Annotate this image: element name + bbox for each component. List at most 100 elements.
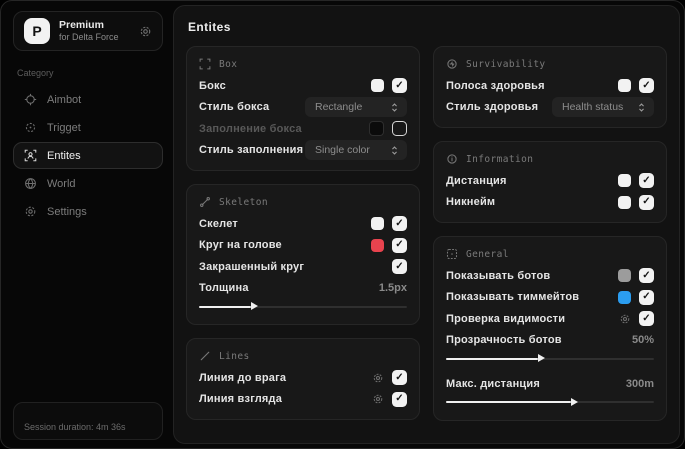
- panel-title: Information: [466, 153, 534, 165]
- checkbox-checked[interactable]: ✓: [639, 173, 654, 189]
- setting-label: Проверка видимости: [446, 312, 566, 325]
- setting-row-thickness: Толщина 1.5px: [199, 278, 407, 300]
- sidebar-item-world[interactable]: World: [13, 170, 163, 197]
- sidebar-item-label: World: [47, 177, 76, 190]
- logo-avatar: P: [24, 18, 50, 44]
- setting-row-show-teammates: Показывать тиммейтов ✓: [446, 287, 654, 309]
- info-icon: [446, 153, 458, 165]
- panel-skeleton: Skeleton Скелет ✓ Круг на голове ✓ Закра…: [186, 184, 420, 325]
- sidebar: P Premium for Delta Force Category Aimbo…: [1, 1, 173, 448]
- color-swatch[interactable]: [369, 121, 384, 137]
- gear-icon[interactable]: [372, 372, 384, 384]
- setting-row-visibility-check: Проверка видимости ✓: [446, 308, 654, 330]
- color-swatch[interactable]: [618, 174, 631, 188]
- setting-label: Показывать ботов: [446, 269, 551, 282]
- setting-label: Прозрачность ботов: [446, 334, 562, 347]
- setting-row-line-enemy: Линия до врага ✓: [199, 367, 407, 389]
- panel-box-header: Box: [199, 54, 407, 75]
- gear-badge-icon[interactable]: [139, 25, 152, 38]
- crosshair-icon: [24, 93, 37, 106]
- slider-value: 1.5px: [378, 282, 407, 295]
- slider-fill-thumb[interactable]: [446, 354, 544, 362]
- color-swatch[interactable]: [371, 217, 384, 231]
- bone-icon: [199, 196, 211, 208]
- panel-title: General: [466, 248, 509, 260]
- setting-label: Круг на голове: [199, 239, 282, 252]
- trigger-crosshair-icon: [24, 121, 37, 134]
- checkbox-checked[interactable]: ✓: [639, 311, 654, 327]
- bot-opacity-slider[interactable]: [446, 353, 654, 364]
- panel-title: Skeleton: [219, 196, 268, 208]
- setting-row-box-fill: Заполнение бокса: [199, 118, 407, 140]
- setting-label: Стиль бокса: [199, 101, 270, 114]
- fill-style-dropdown[interactable]: Single color: [305, 140, 407, 161]
- app-subtitle: for Delta Force: [59, 31, 119, 42]
- setting-row-max-distance: Макс. дистанция 300m: [446, 373, 654, 395]
- setting-row-box-style: Стиль бокса Rectangle: [199, 97, 407, 119]
- checkbox-checked[interactable]: ✓: [392, 391, 407, 407]
- setting-label: Линия взгляда: [199, 393, 283, 406]
- color-swatch[interactable]: [371, 238, 384, 252]
- category-label: Category: [17, 68, 54, 78]
- setting-label: Толщина: [199, 282, 249, 295]
- setting-row-bot-opacity: Прозрачность ботов 50%: [446, 330, 654, 352]
- sidebar-item-label: Settings: [47, 205, 87, 218]
- checkbox-checked[interactable]: ✓: [392, 216, 407, 232]
- chevron-updown-icon: [639, 103, 644, 112]
- main-content: Entites Box Бокс ✓ Стиль бокса Rectangle…: [173, 5, 680, 444]
- panel-information: Information Дистанция ✓ Никнейм ✓: [433, 141, 667, 223]
- sidebar-item-settings[interactable]: Settings: [13, 198, 163, 225]
- setting-label: Стиль здоровья: [446, 101, 539, 114]
- globe-icon: [24, 177, 37, 190]
- gear-icon[interactable]: [372, 393, 384, 405]
- color-swatch[interactable]: [618, 290, 631, 304]
- box-style-dropdown[interactable]: Rectangle: [305, 97, 407, 118]
- line-icon: [199, 350, 211, 362]
- slider-value: 300m: [625, 377, 654, 390]
- app-window: P Premium for Delta Force Category Aimbo…: [0, 0, 685, 449]
- health-style-dropdown[interactable]: Health status: [552, 97, 654, 118]
- panel-general: General Показывать ботов ✓ Показывать ти…: [433, 236, 667, 421]
- checkbox-checked[interactable]: ✓: [639, 78, 654, 94]
- checkbox-checked[interactable]: ✓: [639, 268, 654, 284]
- checkbox-checked[interactable]: ✓: [392, 78, 407, 94]
- setting-row-line-view: Линия взгляда ✓: [199, 389, 407, 411]
- chevron-updown-icon: [392, 103, 397, 112]
- checkbox-checked[interactable]: ✓: [639, 289, 654, 305]
- checkbox-unchecked[interactable]: [392, 121, 407, 137]
- panel-lines: Lines Линия до врага ✓ Линия взгляда ✓: [186, 338, 420, 420]
- sidebar-item-trigget[interactable]: Trigget: [13, 114, 163, 141]
- thickness-slider[interactable]: [199, 301, 407, 312]
- setting-row-skeleton: Скелет ✓: [199, 213, 407, 235]
- session-duration-box: Session duration: 4m 36s: [13, 402, 163, 440]
- setting-row-health-style: Стиль здоровья Health status: [446, 97, 654, 119]
- setting-label: Стиль заполнения: [199, 144, 304, 157]
- setting-row-show-bots: Показывать ботов ✓: [446, 265, 654, 287]
- setting-row-distance: Дистанция ✓: [446, 170, 654, 192]
- color-swatch[interactable]: [618, 79, 631, 93]
- checkbox-checked[interactable]: ✓: [392, 237, 407, 253]
- color-swatch[interactable]: [371, 79, 384, 93]
- slider-fill-thumb[interactable]: [446, 397, 578, 406]
- gear-icon[interactable]: [619, 313, 631, 325]
- setting-label: Показывать тиммейтов: [446, 291, 580, 304]
- color-swatch[interactable]: [618, 269, 631, 283]
- slider-fill-thumb[interactable]: [199, 302, 258, 310]
- max-distance-slider[interactable]: [446, 397, 654, 408]
- color-swatch[interactable]: [618, 195, 631, 209]
- setting-row-healthbar: Полоса здоровья ✓: [446, 75, 654, 97]
- sidebar-item-label: Trigget: [47, 121, 81, 134]
- sidebar-item-aimbot[interactable]: Aimbot: [13, 86, 163, 113]
- checkbox-checked[interactable]: ✓: [392, 370, 407, 386]
- panel-general-header: General: [446, 244, 654, 265]
- sidebar-item-entites[interactable]: Entites: [13, 142, 163, 169]
- setting-label: Закрашенный круг: [199, 260, 305, 273]
- panel-title: Box: [219, 58, 238, 70]
- entities-person-icon: [24, 149, 37, 162]
- session-duration-label: Session duration: 4m 36s: [24, 422, 126, 432]
- checkbox-checked[interactable]: ✓: [392, 259, 407, 275]
- pulse-circle-icon: [446, 58, 458, 70]
- checkbox-checked[interactable]: ✓: [639, 194, 654, 210]
- sidebar-item-label: Entites: [47, 149, 81, 162]
- dropdown-value: Rectangle: [315, 101, 363, 114]
